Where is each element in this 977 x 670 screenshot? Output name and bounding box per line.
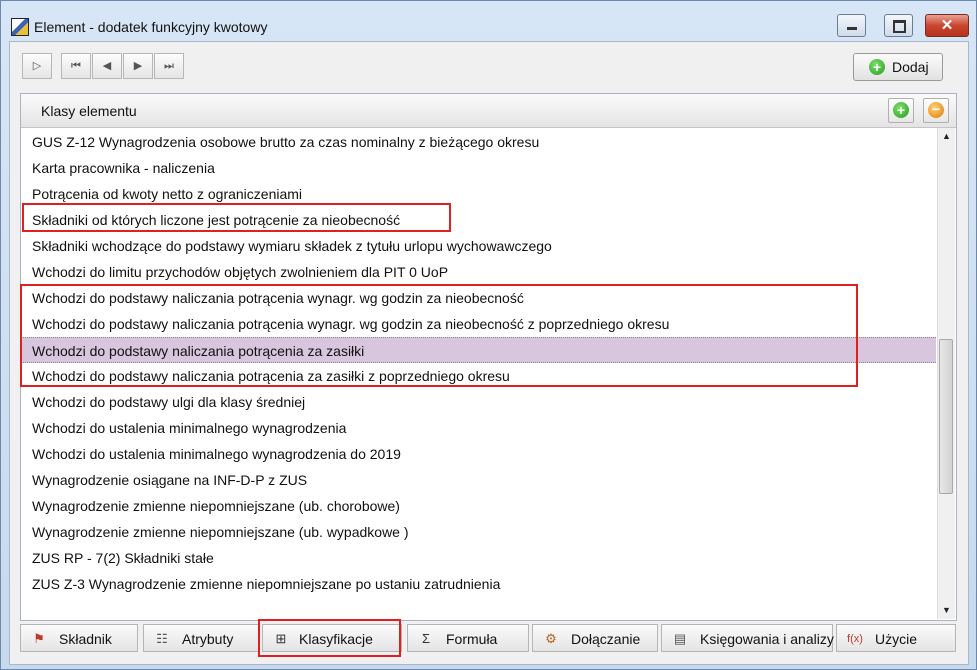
remove-class-button[interactable]: −	[923, 98, 949, 123]
tab-5[interactable]: ⚙ Dołączanie	[532, 624, 658, 652]
app-window: Element - dodatek funkcyjny kwotowy ✕ ▷ ⏮…	[0, 0, 977, 670]
first-record-button[interactable]: ⏮	[61, 53, 91, 79]
scroll-up-icon[interactable]: ▲	[939, 128, 954, 145]
list-item[interactable]: Wynagrodzenie zmienne niepomniejszane (u…	[21, 493, 936, 519]
window-title: Element - dodatek funkcyjny kwotowy	[34, 19, 268, 35]
tab-label: Dołączanie	[571, 631, 641, 647]
add-class-icon: +	[893, 102, 909, 118]
panel-header: Klasy elementu + −	[21, 94, 956, 128]
last-record-button[interactable]: ⏭	[154, 53, 184, 79]
accounting-icon: ▤	[673, 631, 687, 646]
tab-6[interactable]: ▤ Księgowania i analizy	[661, 624, 834, 652]
add-plus-icon: +	[869, 59, 885, 75]
minimize-button[interactable]	[837, 14, 866, 37]
tab-label: Atrybuty	[182, 631, 234, 647]
add-button[interactable]: + Dodaj	[853, 53, 943, 81]
bottom-tab-bar: ⚑ Składnik ☷ Atrybuty ⊞ Klasyfikacje Σ Formuła ⚙…	[20, 624, 965, 658]
remove-class-icon: −	[928, 102, 944, 118]
tab-7[interactable]: f(x) Użycie	[836, 624, 956, 652]
list-item[interactable]: Wchodzi do limitu przychodów objętych zw…	[21, 259, 936, 285]
list-item[interactable]: Potrącenia od kwoty netto z ograniczenia…	[21, 181, 936, 207]
close-button[interactable]: ✕	[925, 14, 969, 37]
skladnik-icon: ⚑	[33, 631, 45, 646]
list-item[interactable]: Wchodzi do podstawy ulgi dla klasy średn…	[21, 389, 936, 415]
tab-label: Formuła	[446, 631, 498, 647]
list-item[interactable]: Wchodzi do podstawy naliczania potrąceni…	[21, 363, 936, 389]
formula-icon: Σ	[421, 631, 431, 646]
panel-title: Klasy elementu	[41, 103, 137, 119]
classification-icon: ⊞	[275, 631, 287, 646]
list-item[interactable]: Wchodzi do ustalenia minimalnego wynagro…	[21, 441, 936, 467]
tab-label: Użycie	[875, 631, 918, 647]
tab-1[interactable]: ⚑ Składnik	[20, 624, 138, 652]
list-item[interactable]: GUS Z-12 Wynagrodzenia osobowe brutto za…	[21, 129, 936, 155]
tab-label: Księgowania i analizy	[700, 631, 834, 647]
close-icon: ✕	[940, 17, 954, 34]
list-item[interactable]: Wynagrodzenie osiągane na INF-D-P z ZUS	[21, 467, 936, 493]
maximize-button[interactable]	[884, 14, 913, 37]
list-item[interactable]: ZUS RP - 7(2) Składniki stałe	[21, 545, 936, 571]
app-icon	[11, 18, 29, 36]
usage-icon: f(x)	[847, 633, 863, 645]
tab-4[interactable]: Σ Formuła	[407, 624, 529, 652]
tab-label: Klasyfikacje	[299, 631, 373, 647]
tab-2[interactable]: ☷ Atrybuty	[143, 624, 259, 652]
prev-record-button[interactable]: ◀	[92, 53, 122, 79]
scroll-thumb[interactable]	[939, 339, 953, 494]
minimize-icon	[847, 27, 857, 30]
classes-panel: Klasy elementu + − GUS Z-12 Wynagrodzeni…	[20, 93, 957, 621]
add-class-button[interactable]: +	[888, 98, 914, 123]
list-item[interactable]: Składniki od których liczone jest potrąc…	[21, 207, 936, 233]
new-record-button[interactable]: ▷	[22, 53, 52, 79]
list-item[interactable]: Wchodzi do ustalenia minimalnego wynagro…	[21, 415, 936, 441]
list-item[interactable]: Wchodzi do podstawy naliczania potrąceni…	[21, 311, 936, 337]
next-record-button[interactable]: ▶	[123, 53, 153, 79]
tab-label: Składnik	[59, 631, 112, 647]
client-area: ▷ ⏮ ◀ ▶ ⏭ + Dodaj Klasy elementu + − GUS Z-1…	[9, 41, 969, 665]
attributes-icon: ☷	[156, 631, 168, 646]
attach-icon: ⚙	[545, 631, 557, 646]
classes-list[interactable]: GUS Z-12 Wynagrodzenia osobowe brutto za…	[21, 128, 936, 619]
list-item[interactable]: Karta pracownika - naliczenia	[21, 155, 936, 181]
list-item[interactable]: Wchodzi do podstawy naliczania potrąceni…	[21, 285, 936, 311]
add-button-label: Dodaj	[892, 59, 929, 75]
list-item[interactable]: Wchodzi do podstawy naliczania potrąceni…	[21, 337, 936, 363]
list-item[interactable]: Wynagrodzenie zmienne niepomniejszane (u…	[21, 519, 936, 545]
vertical-scrollbar[interactable]: ▲ ▼	[937, 128, 955, 619]
list-item[interactable]: ZUS Z-3 Wynagrodzenie zmienne niepomniej…	[21, 571, 936, 597]
tab-3[interactable]: ⊞ Klasyfikacje	[262, 624, 402, 652]
title-bar[interactable]: Element - dodatek funkcyjny kwotowy ✕	[1, 1, 976, 39]
list-item[interactable]: Składniki wchodzące do podstawy wymiaru …	[21, 233, 936, 259]
maximize-icon	[893, 20, 906, 33]
scroll-down-icon[interactable]: ▼	[939, 602, 954, 619]
